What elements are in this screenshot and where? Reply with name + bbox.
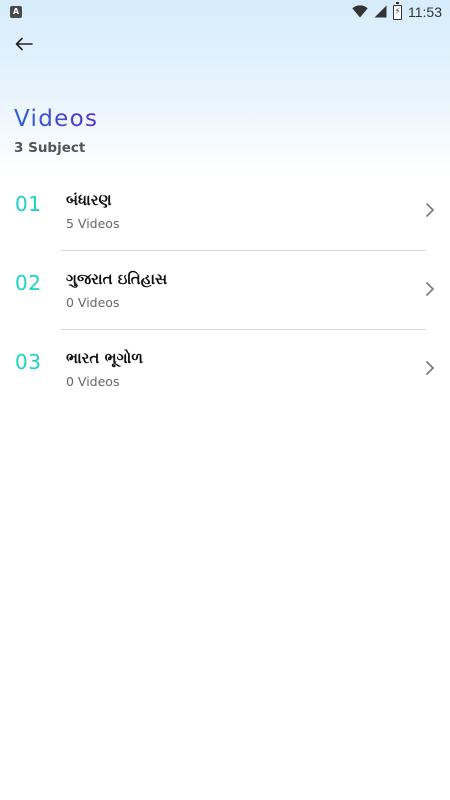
chevron-right-icon — [426, 282, 435, 296]
status-bar: A ⚡ 11:53 — [0, 0, 450, 24]
item-number: 01 — [15, 192, 42, 216]
chevron-right-icon — [426, 203, 435, 217]
item-video-count: 0 Videos — [66, 374, 120, 389]
item-number: 02 — [15, 271, 42, 295]
status-time: 11:53 — [408, 4, 442, 20]
signal-icon — [374, 3, 387, 22]
page-subtitle: 3 Subject — [14, 140, 86, 156]
page-title: Videos — [14, 106, 99, 132]
battery-icon: ⚡ — [393, 1, 402, 20]
chevron-right-icon — [426, 361, 435, 375]
item-video-count: 0 Videos — [66, 295, 120, 310]
list-item[interactable]: 03 ભારત ભૂગોળ 0 Videos — [0, 330, 450, 409]
item-video-count: 5 Videos — [66, 216, 120, 231]
item-title: ભારત ભૂગોળ — [66, 349, 143, 367]
notification-icon: A — [10, 6, 22, 18]
item-number: 03 — [15, 350, 42, 374]
back-button[interactable] — [12, 32, 36, 56]
list-item[interactable]: 02 ગુજરાત ઇતિહાસ 0 Videos — [0, 251, 450, 330]
wifi-icon — [352, 3, 368, 22]
item-title: બંધારણ — [66, 191, 112, 209]
list-item[interactable]: 01 બંધારણ 5 Videos — [0, 172, 450, 251]
item-title: ગુજરાત ઇતિહાસ — [66, 270, 168, 288]
arrow-left-icon — [15, 37, 33, 51]
subject-list: 01 બંધારણ 5 Videos 02 ગુજરાત ઇતિહાસ 0 Vi… — [0, 172, 450, 409]
